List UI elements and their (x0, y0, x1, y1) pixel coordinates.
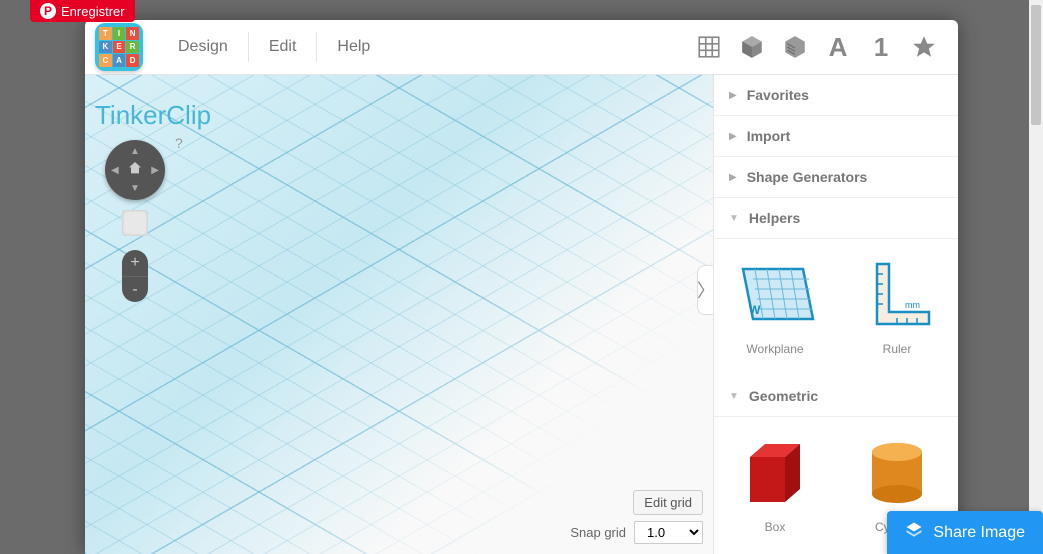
home-view-icon[interactable] (127, 160, 143, 181)
number-1-icon[interactable]: 1 (867, 33, 895, 61)
orbit-down-icon[interactable]: ▼ (130, 183, 140, 194)
cube-icon[interactable] (738, 33, 766, 61)
orbit-up-icon[interactable]: ▲ (130, 146, 140, 157)
orbit-left-icon[interactable]: ◀ (111, 165, 119, 176)
cylinder-icon (857, 432, 937, 512)
top-bar: TIN KER CAD Design Edit Help A 1 (85, 20, 958, 75)
star-icon[interactable] (910, 33, 938, 61)
page-scrollbar[interactable] (1029, 0, 1043, 554)
fit-view-button[interactable] (122, 210, 148, 236)
edit-grid-button[interactable]: Edit grid (633, 490, 703, 515)
view-orbit-control[interactable]: ▲ ▼ ◀ ▶ (105, 140, 165, 200)
chevron-right-icon: ▶ (729, 90, 737, 101)
app-window: TIN KER CAD Design Edit Help A 1 (85, 20, 958, 554)
help-hint[interactable]: ? (175, 135, 183, 151)
svg-text:mm: mm (905, 300, 920, 310)
snap-grid-select[interactable]: 1.0 (634, 521, 703, 544)
tinkercad-logo[interactable]: TIN KER CAD (95, 23, 143, 71)
zoom-control: + - (122, 250, 148, 302)
helper-ruler[interactable]: mm Ruler (857, 254, 937, 356)
menu-design[interactable]: Design (158, 32, 249, 62)
pinterest-save-button[interactable]: P Enregistrer (30, 0, 135, 22)
helper-workplane[interactable]: W Workplane (735, 254, 815, 356)
workplane-label: Workplane (746, 342, 803, 356)
box-icon (735, 432, 815, 512)
workplane-tool-icon[interactable] (695, 33, 723, 61)
section-shape-generators[interactable]: ▶ Shape Generators (714, 157, 958, 198)
ruler-icon: mm (857, 254, 937, 334)
svg-text:W: W (749, 303, 761, 317)
ruler-label: Ruler (883, 342, 912, 356)
main-menu: Design Edit Help (158, 32, 390, 62)
snap-grid-label: Snap grid (570, 525, 626, 540)
share-label: Share Image (933, 524, 1025, 542)
section-favorites[interactable]: ▶ Favorites (714, 75, 958, 116)
section-import[interactable]: ▶ Import (714, 116, 958, 157)
letter-a-icon[interactable]: A (824, 33, 852, 61)
workplane-icon: W (735, 254, 815, 334)
striped-cube-icon[interactable] (781, 33, 809, 61)
zoom-in-button[interactable]: + (122, 250, 148, 276)
helpers-body: W Workplane (714, 239, 958, 376)
pinterest-label: Enregistrer (61, 4, 125, 19)
section-helpers[interactable]: ▼ Helpers (714, 198, 958, 239)
layers-icon (905, 521, 923, 544)
zoom-out-button[interactable]: - (122, 276, 148, 302)
box-label: Box (765, 520, 786, 534)
panel-collapse-handle[interactable]: 〉 (697, 265, 713, 315)
menu-edit[interactable]: Edit (249, 32, 318, 62)
shapes-panel: ▶ Favorites ▶ Import ▶ Shape Generators … (713, 75, 958, 554)
chevron-down-icon: ▼ (729, 391, 739, 402)
toolbar-right: A 1 (695, 33, 948, 61)
section-geometric[interactable]: ▼ Geometric (714, 376, 958, 417)
canvas-3d[interactable]: TinkerClip ▲ ▼ ◀ ▶ ? + - Edit grid (85, 75, 713, 554)
document-title[interactable]: TinkerClip (95, 100, 211, 131)
chevron-right-icon: ▶ (729, 172, 737, 183)
scrollbar-thumb[interactable] (1031, 5, 1041, 125)
chevron-right-icon: ▶ (729, 131, 737, 142)
orbit-right-icon[interactable]: ▶ (151, 165, 159, 176)
chevron-down-icon: ▼ (729, 213, 739, 224)
pinterest-icon: P (40, 3, 56, 19)
shape-box[interactable]: Box (735, 432, 815, 534)
main-area: TinkerClip ▲ ▼ ◀ ▶ ? + - Edit grid (85, 75, 958, 554)
menu-help[interactable]: Help (317, 32, 390, 62)
share-image-button[interactable]: Share Image (887, 511, 1043, 554)
grid-controls: Edit grid Snap grid 1.0 (570, 490, 703, 544)
